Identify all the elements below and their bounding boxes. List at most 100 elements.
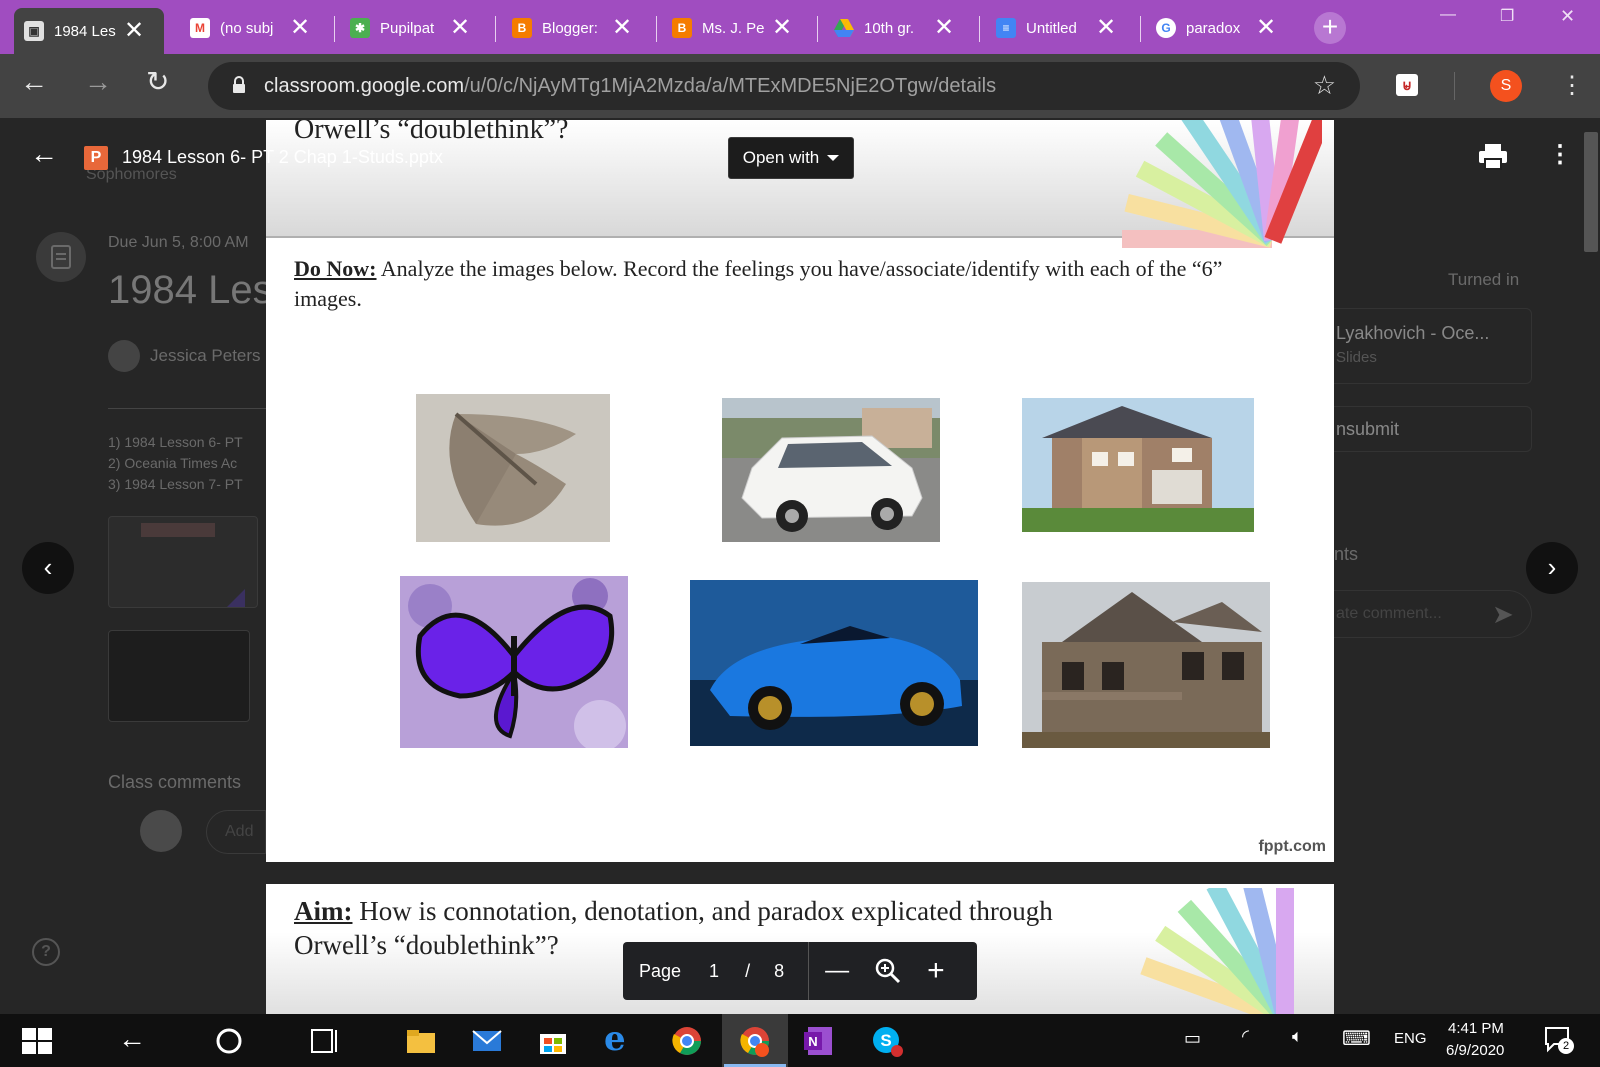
chrome-icon[interactable] [670,1024,704,1058]
drive-icon [834,18,854,38]
current-page-input[interactable]: 1 [709,961,719,982]
reload-icon[interactable]: ↻ [146,68,169,96]
extension-icon[interactable]: ⊌ [1396,74,1418,96]
tab-google-search[interactable]: G paradox ✕ [1146,8,1296,48]
pupilpath-icon: ✱ [350,18,370,38]
store-icon[interactable] [536,1024,570,1058]
attachment-thumbnail[interactable] [108,516,258,608]
scrollbar-thumb[interactable] [1584,132,1598,252]
back-arrow-icon[interactable]: ← [20,68,48,96]
turned-in-status: Turned in [1448,270,1520,289]
restore-icon[interactable]: ❐ [1500,6,1514,26]
window-close-icon[interactable]: ✕ [1560,6,1575,27]
tab-title: Ms. J. Pe [702,19,764,37]
close-icon[interactable]: ✕ [290,16,310,40]
slide-1: Orwell’s “doublethink”? Do Now: Analyze … [266,120,1334,862]
minimize-icon[interactable]: — [1440,6,1456,24]
next-file-button[interactable]: › [1526,542,1578,594]
address-bar[interactable]: classroom.google.com/u/0/c/NjAyMTg1MjA2M… [208,62,1360,110]
url-path: /u/0/c/NjAyMTg1MjA2Mzda/a/MTExMDE5NjE2OT… [464,75,997,97]
student-work-card[interactable]: Lyakhovich - Oce... Slides [1320,308,1532,384]
page-navigator: Page 1 / 8 — + [623,942,977,1000]
close-icon[interactable]: ✕ [772,16,792,40]
more-options-icon[interactable]: ⋮ [1548,140,1572,169]
attachment-item[interactable]: 3) 1984 Lesson 7- PT [108,476,243,492]
onenote-icon[interactable]: N [802,1024,836,1058]
bookmark-star-icon[interactable]: ☆ [1313,70,1336,101]
caret-down-icon [827,155,840,161]
zoom-icon[interactable] [875,958,901,984]
divider [108,408,268,409]
tab-gmail[interactable]: M (no subj ✕ [180,8,330,48]
skype-icon[interactable]: S [870,1024,904,1058]
svg-text:N: N [808,1034,817,1049]
page-separator: / [745,960,751,981]
tab-separator [979,16,980,42]
tab-blogger[interactable]: B Blogger: ✕ [502,8,652,48]
mail-icon[interactable] [470,1024,504,1058]
tab-separator [656,16,657,42]
zoom-out-icon[interactable]: — [825,957,849,985]
back-arrow-icon[interactable]: ← [118,1024,152,1058]
close-icon[interactable]: ✕ [612,16,632,40]
print-icon[interactable] [1478,142,1508,170]
forward-arrow-icon[interactable]: → [84,68,112,96]
attachment-thumbnail[interactable] [108,630,250,722]
attachment-item[interactable]: 2) Oceania Times Ac [108,455,237,471]
tab-pupilpath[interactable]: ✱ Pupilpat ✕ [340,8,490,48]
abandoned-house-image [1022,582,1270,748]
new-tab-button[interactable]: + [1314,12,1346,44]
teacher-avatar [108,340,140,372]
svg-text:S: S [880,1031,891,1050]
file-explorer-icon[interactable] [404,1024,438,1058]
tab-title: 1984 Les [54,22,116,40]
close-icon[interactable]: ✕ [1256,16,1276,40]
help-icon[interactable]: ? [32,938,60,966]
unsubmit-button[interactable]: nsubmit [1320,406,1532,452]
tab-classroom[interactable]: ▣ 1984 Les ✕ [14,8,164,54]
attachment-item[interactable]: 1) 1984 Lesson 6- PT [108,434,243,450]
user-avatar [140,810,182,852]
open-with-button[interactable]: Open with [728,137,854,179]
aim-label: Aim: [294,896,353,926]
close-icon[interactable]: ✕ [450,16,470,40]
previous-file-button[interactable]: ‹ [22,542,74,594]
assignment-title: 1984 Les [108,268,273,312]
blogger-icon: B [672,18,692,38]
action-center-icon[interactable]: 2 [1544,1026,1574,1054]
student-work-type: Slides [1336,349,1377,366]
aim-text-fragment: Orwell’s “doublethink”? [294,120,569,145]
tab-ms-j-pe[interactable]: B Ms. J. Pe ✕ [662,8,812,48]
close-icon[interactable]: ✕ [124,19,144,43]
windows-start-icon[interactable] [20,1024,54,1058]
close-icon[interactable]: ✕ [1096,16,1116,40]
chrome-menu-icon[interactable]: ⋮ [1560,70,1584,102]
edge-icon[interactable]: e [604,1022,638,1058]
profile-avatar[interactable]: S [1490,70,1522,102]
zoom-in-icon[interactable]: + [927,954,945,988]
keyboard-icon[interactable]: ⌨ [1342,1026,1371,1051]
tab-docs[interactable]: ≡ Untitled ✕ [986,8,1136,48]
class-comment-input[interactable]: Add [206,810,266,854]
tab-drive[interactable]: 10th gr. ✕ [824,8,974,48]
tab-title: paradox [1186,19,1241,37]
clock-time[interactable]: 4:41 PM [1448,1020,1504,1037]
viewer-back-arrow-icon[interactable]: ← [30,138,58,170]
tab-separator [334,16,335,42]
comment-placeholder: Add [225,823,254,840]
close-icon[interactable]: ✕ [934,16,954,40]
url-text[interactable]: classroom.google.com/u/0/c/NjAyMTg1MjA2M… [264,75,996,98]
teacher-name: Jessica Peters [150,346,261,365]
volume-icon[interactable]: 🔈︎ [1292,1026,1303,1047]
language-indicator[interactable]: ENG [1394,1030,1427,1047]
wifi-icon[interactable]: ◜ [1242,1026,1249,1047]
send-icon[interactable]: ➤ [1492,599,1514,630]
chrome-profile-icon[interactable] [738,1024,772,1058]
clock-date[interactable]: 6/9/2020 [1446,1042,1504,1059]
private-comment-input[interactable]: ate comment... ➤ [1320,590,1532,638]
file-name: 1984 Lesson 6- PT 2 Chap 1-Studs.pptx [122,147,443,167]
battery-icon[interactable]: ▭ [1184,1028,1201,1049]
task-view-icon[interactable] [308,1024,342,1058]
cortana-search-icon[interactable] [212,1024,246,1058]
tab-separator [1140,16,1141,42]
